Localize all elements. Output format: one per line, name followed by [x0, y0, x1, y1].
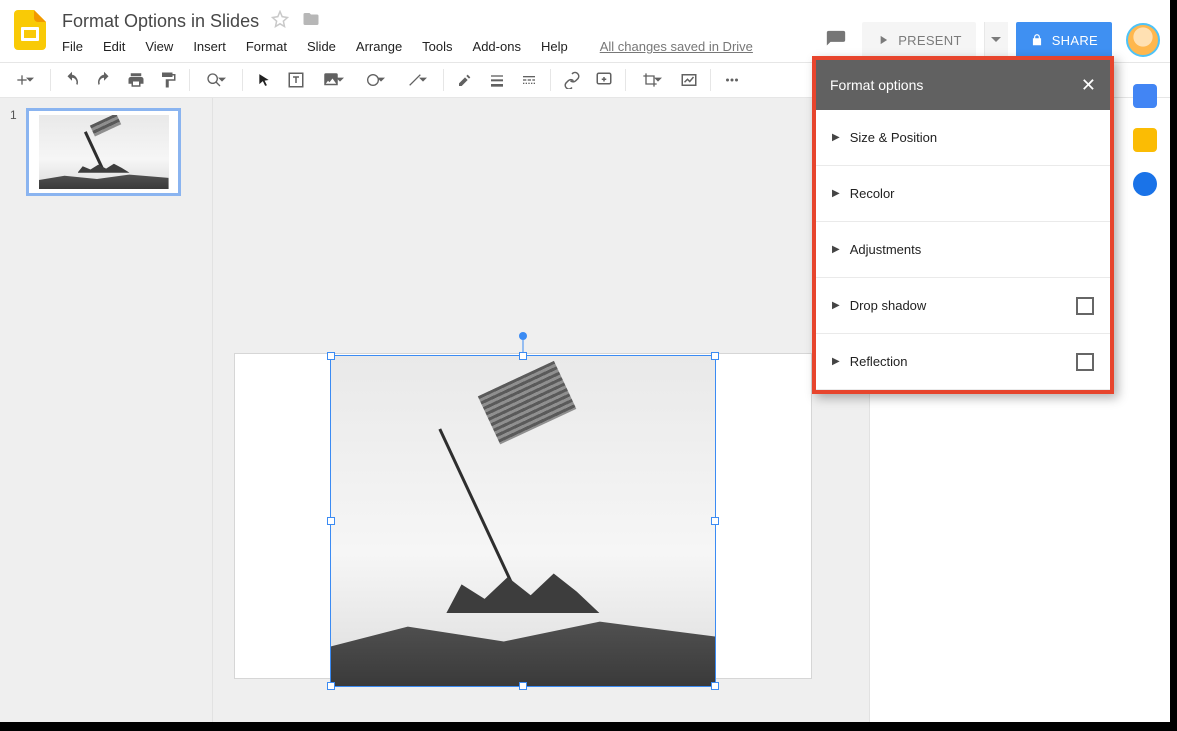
share-button[interactable]: SHARE	[1016, 22, 1112, 58]
format-option-reflection[interactable]: ▶ Reflection	[816, 334, 1110, 390]
separator	[242, 69, 243, 91]
menu-bar: File Edit View Insert Format Slide Arran…	[62, 39, 818, 54]
line-tool[interactable]	[397, 66, 437, 94]
folder-icon[interactable]	[301, 10, 321, 33]
present-label: PRESENT	[898, 33, 962, 48]
border-weight-button[interactable]	[482, 66, 512, 94]
paint-format-button[interactable]	[153, 66, 183, 94]
undo-button[interactable]	[57, 66, 87, 94]
chevron-right-icon: ▶	[832, 132, 840, 143]
textbox-tool[interactable]	[281, 66, 311, 94]
menu-edit[interactable]: Edit	[103, 39, 125, 54]
resize-handle-tr[interactable]	[711, 352, 719, 360]
resize-handle-bl[interactable]	[327, 682, 335, 690]
chevron-right-icon: ▶	[832, 188, 840, 199]
resize-handle-br[interactable]	[711, 682, 719, 690]
border-dash-button[interactable]	[514, 66, 544, 94]
reflection-checkbox[interactable]	[1076, 353, 1094, 371]
chevron-right-icon: ▶	[832, 300, 840, 311]
user-avatar[interactable]	[1126, 23, 1160, 57]
menu-file[interactable]: File	[62, 39, 83, 54]
menu-slide[interactable]: Slide	[307, 39, 336, 54]
chevron-right-icon: ▶	[832, 244, 840, 255]
format-options-title: Format options	[830, 77, 923, 93]
format-option-size-position[interactable]: ▶ Size & Position	[816, 110, 1110, 166]
menu-help[interactable]: Help	[541, 39, 568, 54]
selection-outline	[331, 356, 715, 686]
canvas[interactable]	[213, 98, 870, 722]
comment-button[interactable]	[589, 66, 619, 94]
more-button[interactable]	[717, 66, 747, 94]
slide-thumbnail-1[interactable]	[26, 108, 181, 196]
shape-tool[interactable]	[355, 66, 395, 94]
resize-handle-ml[interactable]	[327, 517, 335, 525]
menu-view[interactable]: View	[145, 39, 173, 54]
format-options-panel: Format options ✕ ▶ Size & Position ▶ Recol…	[812, 56, 1114, 394]
format-option-label: Drop shadow	[850, 298, 927, 313]
resize-handle-mr[interactable]	[711, 517, 719, 525]
separator	[50, 69, 51, 91]
present-button[interactable]: PRESENT	[862, 22, 976, 58]
chevron-right-icon: ▶	[832, 356, 840, 367]
link-button[interactable]	[557, 66, 587, 94]
separator	[625, 69, 626, 91]
menu-tools[interactable]: Tools	[422, 39, 452, 54]
format-option-label: Size & Position	[850, 130, 937, 145]
format-option-label: Adjustments	[850, 242, 922, 257]
resize-handle-mt[interactable]	[519, 352, 527, 360]
tasks-icon[interactable]	[1133, 172, 1157, 196]
filmstrip: 1	[0, 98, 213, 722]
select-tool[interactable]	[249, 66, 279, 94]
separator	[550, 69, 551, 91]
side-rail	[1120, 62, 1170, 196]
keep-icon[interactable]	[1133, 128, 1157, 152]
separator	[710, 69, 711, 91]
format-option-drop-shadow[interactable]: ▶ Drop shadow	[816, 278, 1110, 334]
drop-shadow-checkbox[interactable]	[1076, 297, 1094, 315]
separator	[189, 69, 190, 91]
header: Format Options in Slides File Edit View …	[0, 0, 1170, 62]
resize-handle-tl[interactable]	[327, 352, 335, 360]
comments-icon[interactable]	[818, 22, 854, 58]
reset-image-button[interactable]	[674, 66, 704, 94]
separator	[443, 69, 444, 91]
image-tool[interactable]	[313, 66, 353, 94]
star-icon[interactable]	[271, 10, 289, 33]
crop-button[interactable]	[632, 66, 672, 94]
format-option-recolor[interactable]: ▶ Recolor	[816, 166, 1110, 222]
slides-logo[interactable]	[8, 8, 52, 52]
redo-button[interactable]	[89, 66, 119, 94]
format-options-header: Format options ✕	[816, 60, 1110, 110]
border-color-button[interactable]	[450, 66, 480, 94]
document-title[interactable]: Format Options in Slides	[62, 11, 259, 32]
format-option-label: Recolor	[850, 186, 895, 201]
menu-format[interactable]: Format	[246, 39, 287, 54]
new-slide-button[interactable]	[4, 66, 44, 94]
resize-handle-mb[interactable]	[519, 682, 527, 690]
present-dropdown[interactable]	[984, 22, 1008, 58]
share-label: SHARE	[1052, 33, 1098, 48]
format-option-adjustments[interactable]: ▶ Adjustments	[816, 222, 1110, 278]
slide-number: 1	[10, 108, 20, 122]
menu-insert[interactable]: Insert	[193, 39, 226, 54]
calendar-icon[interactable]	[1133, 84, 1157, 108]
menu-addons[interactable]: Add-ons	[473, 39, 521, 54]
print-button[interactable]	[121, 66, 151, 94]
zoom-button[interactable]	[196, 66, 236, 94]
format-option-label: Reflection	[850, 354, 908, 369]
save-status[interactable]: All changes saved in Drive	[600, 39, 753, 54]
menu-arrange[interactable]: Arrange	[356, 39, 402, 54]
close-icon[interactable]: ✕	[1081, 75, 1096, 96]
rotation-handle[interactable]	[519, 332, 527, 340]
